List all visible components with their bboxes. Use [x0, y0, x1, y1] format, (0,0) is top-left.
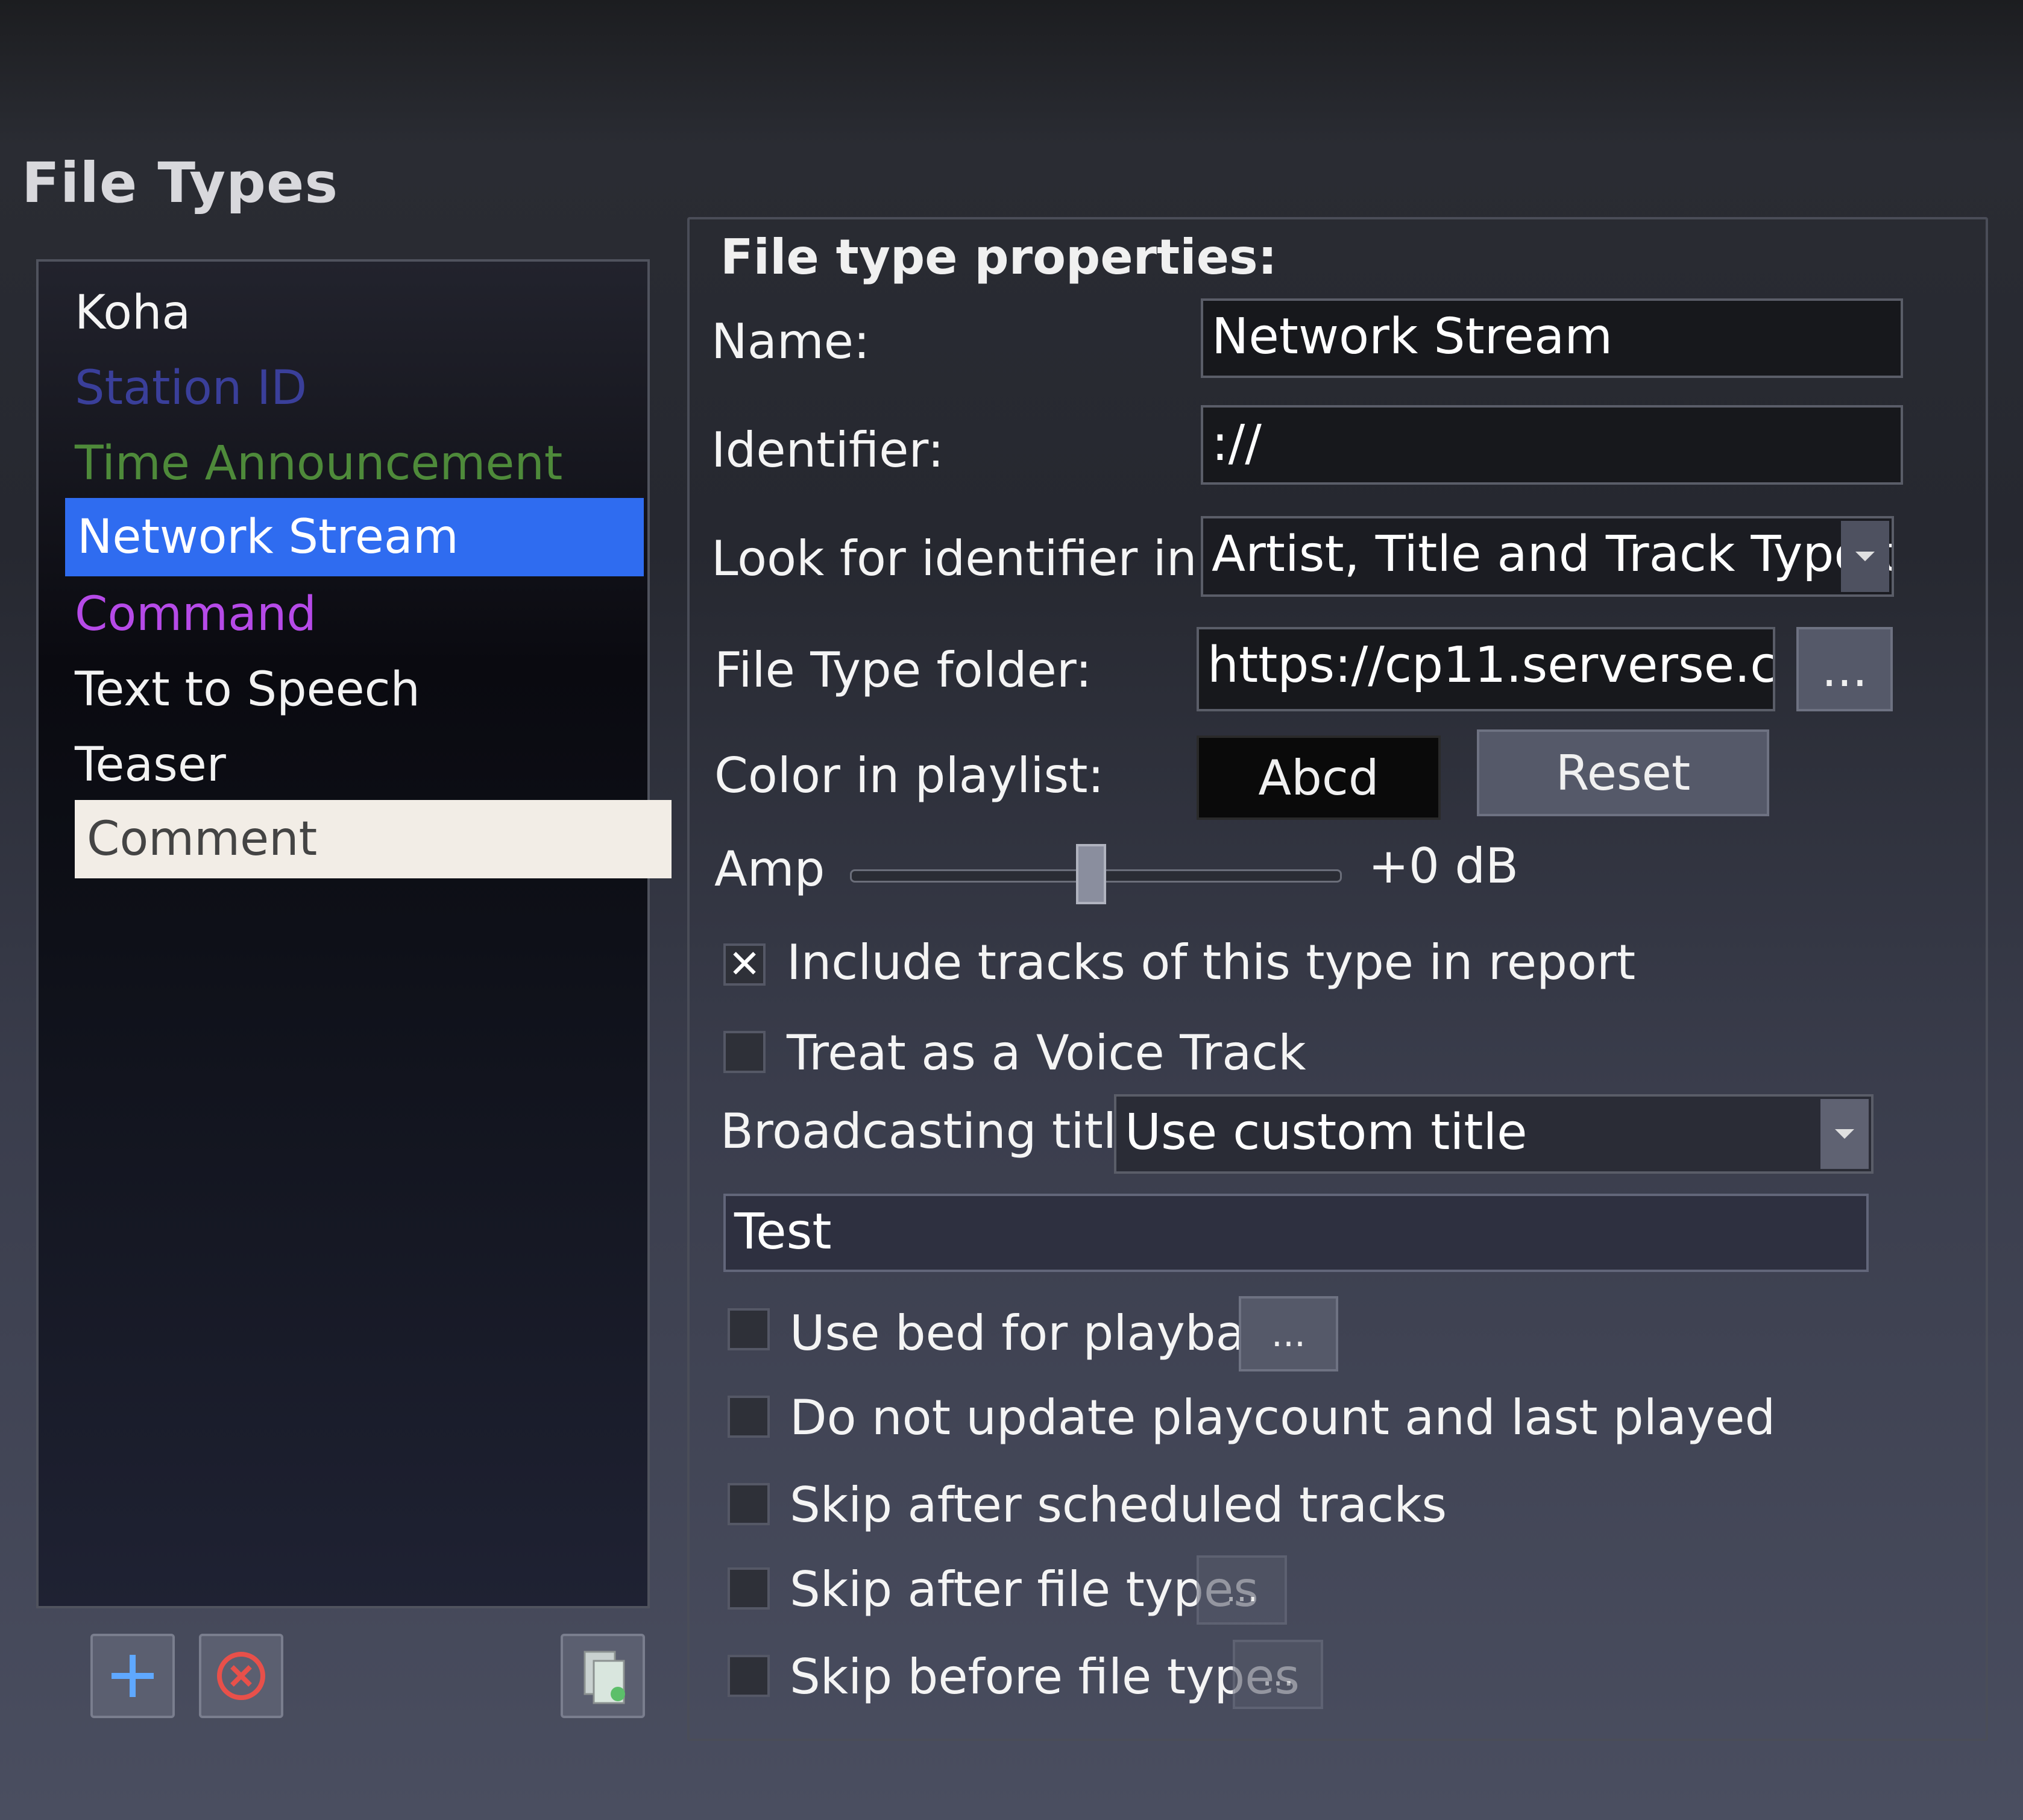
chevron-down-icon[interactable] — [1820, 1099, 1869, 1169]
list-item-teaser[interactable]: Teaser — [63, 726, 665, 804]
use-bed-label: Use bed for playback — [790, 1305, 1300, 1361]
list-item-time-announcement[interactable]: Time Announcement — [63, 424, 665, 503]
skip-after-browse-button[interactable]: ... — [1197, 1555, 1287, 1625]
skip-before-browse-button[interactable]: ... — [1233, 1640, 1323, 1709]
color-label: Color in playlist: — [714, 748, 1104, 804]
no-update-checkbox[interactable] — [728, 1396, 770, 1438]
no-update-label: Do not update playcount and last played — [790, 1390, 1776, 1446]
list-item-koha[interactable]: Koha — [63, 274, 665, 352]
list-item-text-to-speech[interactable]: Text to Speech — [63, 650, 665, 729]
amp-value: +0 dB — [1368, 838, 1519, 894]
list-item-command[interactable]: Command — [63, 575, 665, 653]
plus-icon — [112, 1655, 154, 1697]
properties-group-title: File type properties: — [720, 229, 1277, 285]
list-item-station-id[interactable]: Station ID — [63, 349, 665, 427]
page-title: File Types — [22, 151, 339, 215]
file-type-list[interactable]: Koha Station ID Time Announcement Networ… — [36, 259, 672, 1608]
include-report-label: Include tracks of this type in report — [787, 934, 1636, 990]
folder-field[interactable]: https://cp11.serverse.com/ — [1197, 627, 1775, 711]
custom-title-field[interactable]: Test — [723, 1194, 1869, 1272]
skip-before-label: Skip before file types — [790, 1649, 1300, 1705]
color-sample-button[interactable]: Abcd — [1197, 735, 1441, 820]
skip-after-checkbox[interactable] — [728, 1567, 770, 1610]
look-for-select[interactable]: Artist, Title and Track Type tag — [1201, 516, 1894, 597]
include-report-checkbox[interactable]: ✕ — [723, 942, 766, 987]
skip-before-checkbox[interactable] — [728, 1655, 770, 1697]
use-bed-checkbox[interactable] — [728, 1308, 770, 1350]
skip-scheduled-checkbox[interactable] — [728, 1483, 770, 1525]
amp-label: Amp — [714, 841, 825, 897]
list-item-network-stream[interactable]: Network Stream — [65, 498, 644, 576]
amp-slider-thumb[interactable] — [1076, 844, 1106, 904]
broadcast-title-select[interactable]: Use custom title — [1114, 1094, 1874, 1174]
look-for-label: Look for identifier in: — [711, 531, 1213, 587]
identifier-label: Identifier: — [711, 422, 944, 478]
skip-after-label: Skip after file types — [790, 1561, 1259, 1617]
browse-folder-button[interactable]: ... — [1796, 627, 1893, 711]
voice-track-checkbox[interactable] — [723, 1031, 766, 1073]
broadcast-title-label: Broadcasting title: — [720, 1103, 1163, 1159]
add-button[interactable] — [90, 1634, 175, 1718]
name-label: Name: — [711, 313, 870, 370]
folder-label: File Type folder: — [714, 642, 1092, 698]
reset-color-button[interactable]: Reset — [1477, 729, 1769, 816]
chevron-down-icon[interactable] — [1841, 521, 1889, 592]
bed-browse-button[interactable]: ... — [1239, 1296, 1338, 1371]
delete-button[interactable] — [199, 1634, 283, 1718]
copy-button[interactable] — [561, 1634, 645, 1718]
voice-track-label: Treat as a Voice Track — [787, 1025, 1306, 1081]
identifier-field[interactable]: :// — [1201, 405, 1903, 485]
skip-scheduled-label: Skip after scheduled tracks — [790, 1477, 1447, 1533]
name-field[interactable]: Network Stream — [1201, 298, 1903, 378]
list-item-comment[interactable]: Comment — [75, 800, 672, 878]
document-copy-icon — [584, 1651, 625, 1704]
delete-icon — [217, 1652, 265, 1700]
